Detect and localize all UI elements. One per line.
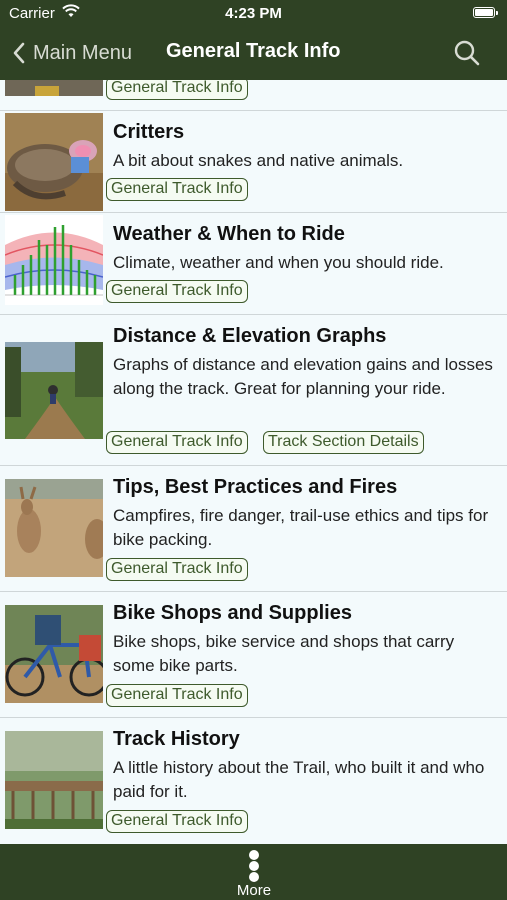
page-title: General Track Info xyxy=(166,40,341,62)
weather-chart-image xyxy=(5,215,103,305)
distance-elevation-image xyxy=(5,342,103,439)
topic-list: General Track Info Critters A bit about … xyxy=(0,80,507,844)
track-history-image xyxy=(5,731,103,829)
tips-image xyxy=(5,479,103,577)
more-label: More xyxy=(236,882,272,899)
item-description: Climate, weather and when you should rid… xyxy=(113,253,444,272)
bike-shops-image xyxy=(5,605,103,703)
tag-general-track-info[interactable]: General Track Info xyxy=(106,558,248,581)
item-title: Bike Shops and Supplies xyxy=(113,602,352,624)
navigation-bar: Carrier 4:23 PM Main Menu General Track … xyxy=(0,0,507,80)
tag-general-track-info[interactable]: General Track Info xyxy=(106,810,248,833)
item-description: Graphs of distance and elevation gains a… xyxy=(113,355,493,398)
thumbnail-image xyxy=(5,80,103,96)
item-title: Weather & When to Ride xyxy=(113,223,345,245)
item-description: A little history about the Trail, who bu… xyxy=(113,758,485,801)
tag-track-section-details[interactable]: Track Section Details xyxy=(263,431,424,454)
list-item-distance-elevation[interactable]: Distance & Elevation Graphs Graphs of di… xyxy=(0,315,507,466)
tab-bar: More xyxy=(0,844,507,900)
search-button[interactable] xyxy=(453,39,481,67)
more-tab[interactable]: More xyxy=(224,846,284,899)
list-item-bike-shops[interactable]: Bike Shops and Supplies Bike shops, bike… xyxy=(0,592,507,718)
critters-image xyxy=(5,113,103,211)
status-bar: Carrier 4:23 PM xyxy=(0,0,507,28)
tag-general-track-info[interactable]: General Track Info xyxy=(106,80,248,100)
item-title: Tips, Best Practices and Fires xyxy=(113,476,398,498)
tag-general-track-info[interactable]: General Track Info xyxy=(106,684,248,707)
list-item-tips[interactable]: Tips, Best Practices and Fires Campfires… xyxy=(0,466,507,592)
item-description: A bit about snakes and native animals. xyxy=(113,151,404,170)
back-button[interactable]: Main Menu xyxy=(12,38,132,68)
tag-general-track-info[interactable]: General Track Info xyxy=(106,280,248,303)
status-time: 4:23 PM xyxy=(225,5,282,22)
list-item-critters[interactable]: Critters A bit about snakes and native a… xyxy=(0,111,507,213)
chevron-left-icon xyxy=(13,42,25,64)
list-item-track-history[interactable]: Track History A little history about the… xyxy=(0,718,507,844)
tag-general-track-info[interactable]: General Track Info xyxy=(106,431,248,454)
item-title: Track History xyxy=(113,728,240,750)
item-description: Campfires, fire danger, trail-use ethics… xyxy=(113,506,489,549)
more-icon xyxy=(248,850,260,882)
search-icon xyxy=(454,40,480,66)
battery-icon xyxy=(473,7,498,18)
item-title: Critters xyxy=(113,121,185,143)
back-label: Main Menu xyxy=(33,41,132,64)
item-title: Distance & Elevation Graphs xyxy=(113,325,387,347)
list-item[interactable]: General Track Info xyxy=(0,80,507,111)
list-item-weather[interactable]: Weather & When to Ride Climate, weather … xyxy=(0,213,507,315)
item-description: Bike shops, bike service and shops that … xyxy=(113,632,455,675)
tag-general-track-info[interactable]: General Track Info xyxy=(106,178,248,201)
